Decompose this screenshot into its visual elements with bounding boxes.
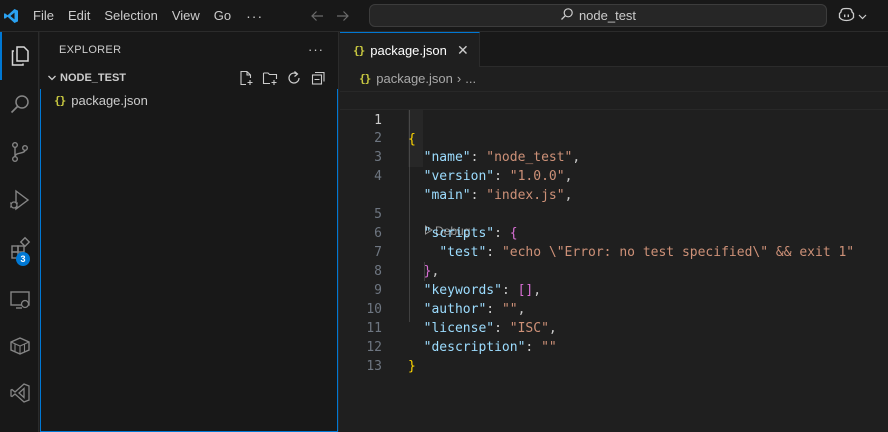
menu-file[interactable]: File [26, 3, 61, 29]
copilot-button[interactable] [838, 6, 867, 26]
menu-go[interactable]: Go [207, 3, 238, 29]
source-control-icon[interactable] [0, 128, 39, 176]
collapse-all-icon[interactable] [308, 68, 328, 88]
json-file-icon: {} [359, 71, 371, 85]
line-number: 4 [374, 169, 382, 184]
json-key: "version" [423, 169, 495, 184]
comma: , [564, 169, 573, 184]
refresh-icon[interactable] [284, 68, 304, 88]
chevron-down-icon [858, 9, 867, 24]
copilot-icon [838, 7, 855, 25]
json-value: "1.0.0" [509, 169, 565, 184]
line-number: 13 [366, 359, 382, 374]
command-center-search[interactable]: node_test [369, 4, 827, 27]
code-line: 10 "license": "ISC", [340, 281, 888, 336]
code-line: 1 { [340, 91, 888, 147]
remote-explorer-icon[interactable] [0, 276, 39, 324]
extensions-badge: 3 [16, 252, 30, 266]
code-line: 11 "description": "" [340, 300, 888, 355]
forward-arrow-icon[interactable] [335, 8, 351, 24]
containers-icon[interactable] [0, 322, 39, 370]
explorer-sidebar: EXPLORER ··· NODE_TEST {} package.json [40, 32, 339, 432]
search-icon[interactable] [0, 80, 39, 128]
breadcrumb: {} package.json › ... [340, 67, 888, 89]
code-line: 8 "keywords": [], [340, 243, 888, 298]
sidebar-title: EXPLORER [59, 43, 122, 56]
code-line: 6 "test": "echo \"Error: no test specifi… [340, 205, 888, 260]
workspace-section-title: NODE_TEST [60, 72, 127, 84]
visual-studio-icon[interactable] [0, 369, 39, 417]
code-line: 5 "scripts": { [340, 186, 888, 241]
run-debug-icon[interactable] [0, 176, 39, 224]
back-arrow-icon[interactable] [309, 8, 325, 24]
search-icon [560, 7, 574, 24]
editor-tabs: {} package.json ✕ [340, 32, 888, 67]
menu-bar: File Edit Selection View Go ··· [26, 0, 271, 32]
title-bar: File Edit Selection View Go ··· node_tes… [0, 0, 888, 32]
chevron-down-icon [44, 73, 60, 83]
editor-area: {} package.json ✕ {} package.json › ... … [340, 32, 888, 432]
file-item-package-json[interactable]: {} package.json [41, 89, 337, 111]
menu-edit[interactable]: Edit [61, 3, 97, 29]
close-icon[interactable]: ✕ [455, 42, 471, 58]
menu-selection[interactable]: Selection [97, 3, 164, 29]
menu-more-button[interactable]: ··· [238, 3, 271, 29]
activity-bar: 3 [0, 32, 39, 432]
tab-label: package.json [370, 42, 447, 58]
menu-view[interactable]: View [165, 3, 207, 29]
json-file-icon: {} [54, 93, 66, 107]
breadcrumb-separator: › [456, 70, 462, 86]
tab-package-json[interactable]: {} package.json ✕ [340, 32, 480, 67]
workspace-name: node_test [578, 8, 637, 23]
vscode-logo-icon [0, 3, 22, 29]
breadcrumb-file[interactable]: package.json [376, 71, 453, 86]
json-file-icon: {} [353, 43, 365, 57]
explorer-icon[interactable] [0, 32, 39, 80]
new-file-icon[interactable] [236, 68, 256, 88]
colon: : [494, 169, 510, 184]
file-tree: {} package.json [40, 89, 338, 432]
new-folder-icon[interactable] [260, 68, 280, 88]
code-line: 7 }, [340, 224, 888, 279]
code-line: 4 "main": "index.js", [340, 148, 888, 203]
sidebar-more-button[interactable]: ··· [306, 39, 326, 59]
code-line: 12 } [340, 319, 888, 374]
code-line: 3 "version": "1.0.0", [340, 129, 888, 184]
workspace-section-header[interactable]: NODE_TEST [40, 67, 338, 89]
brace-close: } [408, 359, 416, 374]
code-line: 13 [340, 338, 888, 374]
breadcrumb-symbols[interactable]: ... [465, 71, 476, 86]
code-line: 2 "name": "node_test", [340, 110, 888, 165]
section-actions [236, 68, 328, 88]
extensions-icon[interactable]: 3 [0, 224, 39, 272]
file-name: package.json [71, 92, 148, 108]
sidebar-header: EXPLORER ··· [40, 32, 338, 67]
navigation-arrows [309, 0, 351, 32]
code-line: 9 "author": "", [340, 262, 888, 317]
